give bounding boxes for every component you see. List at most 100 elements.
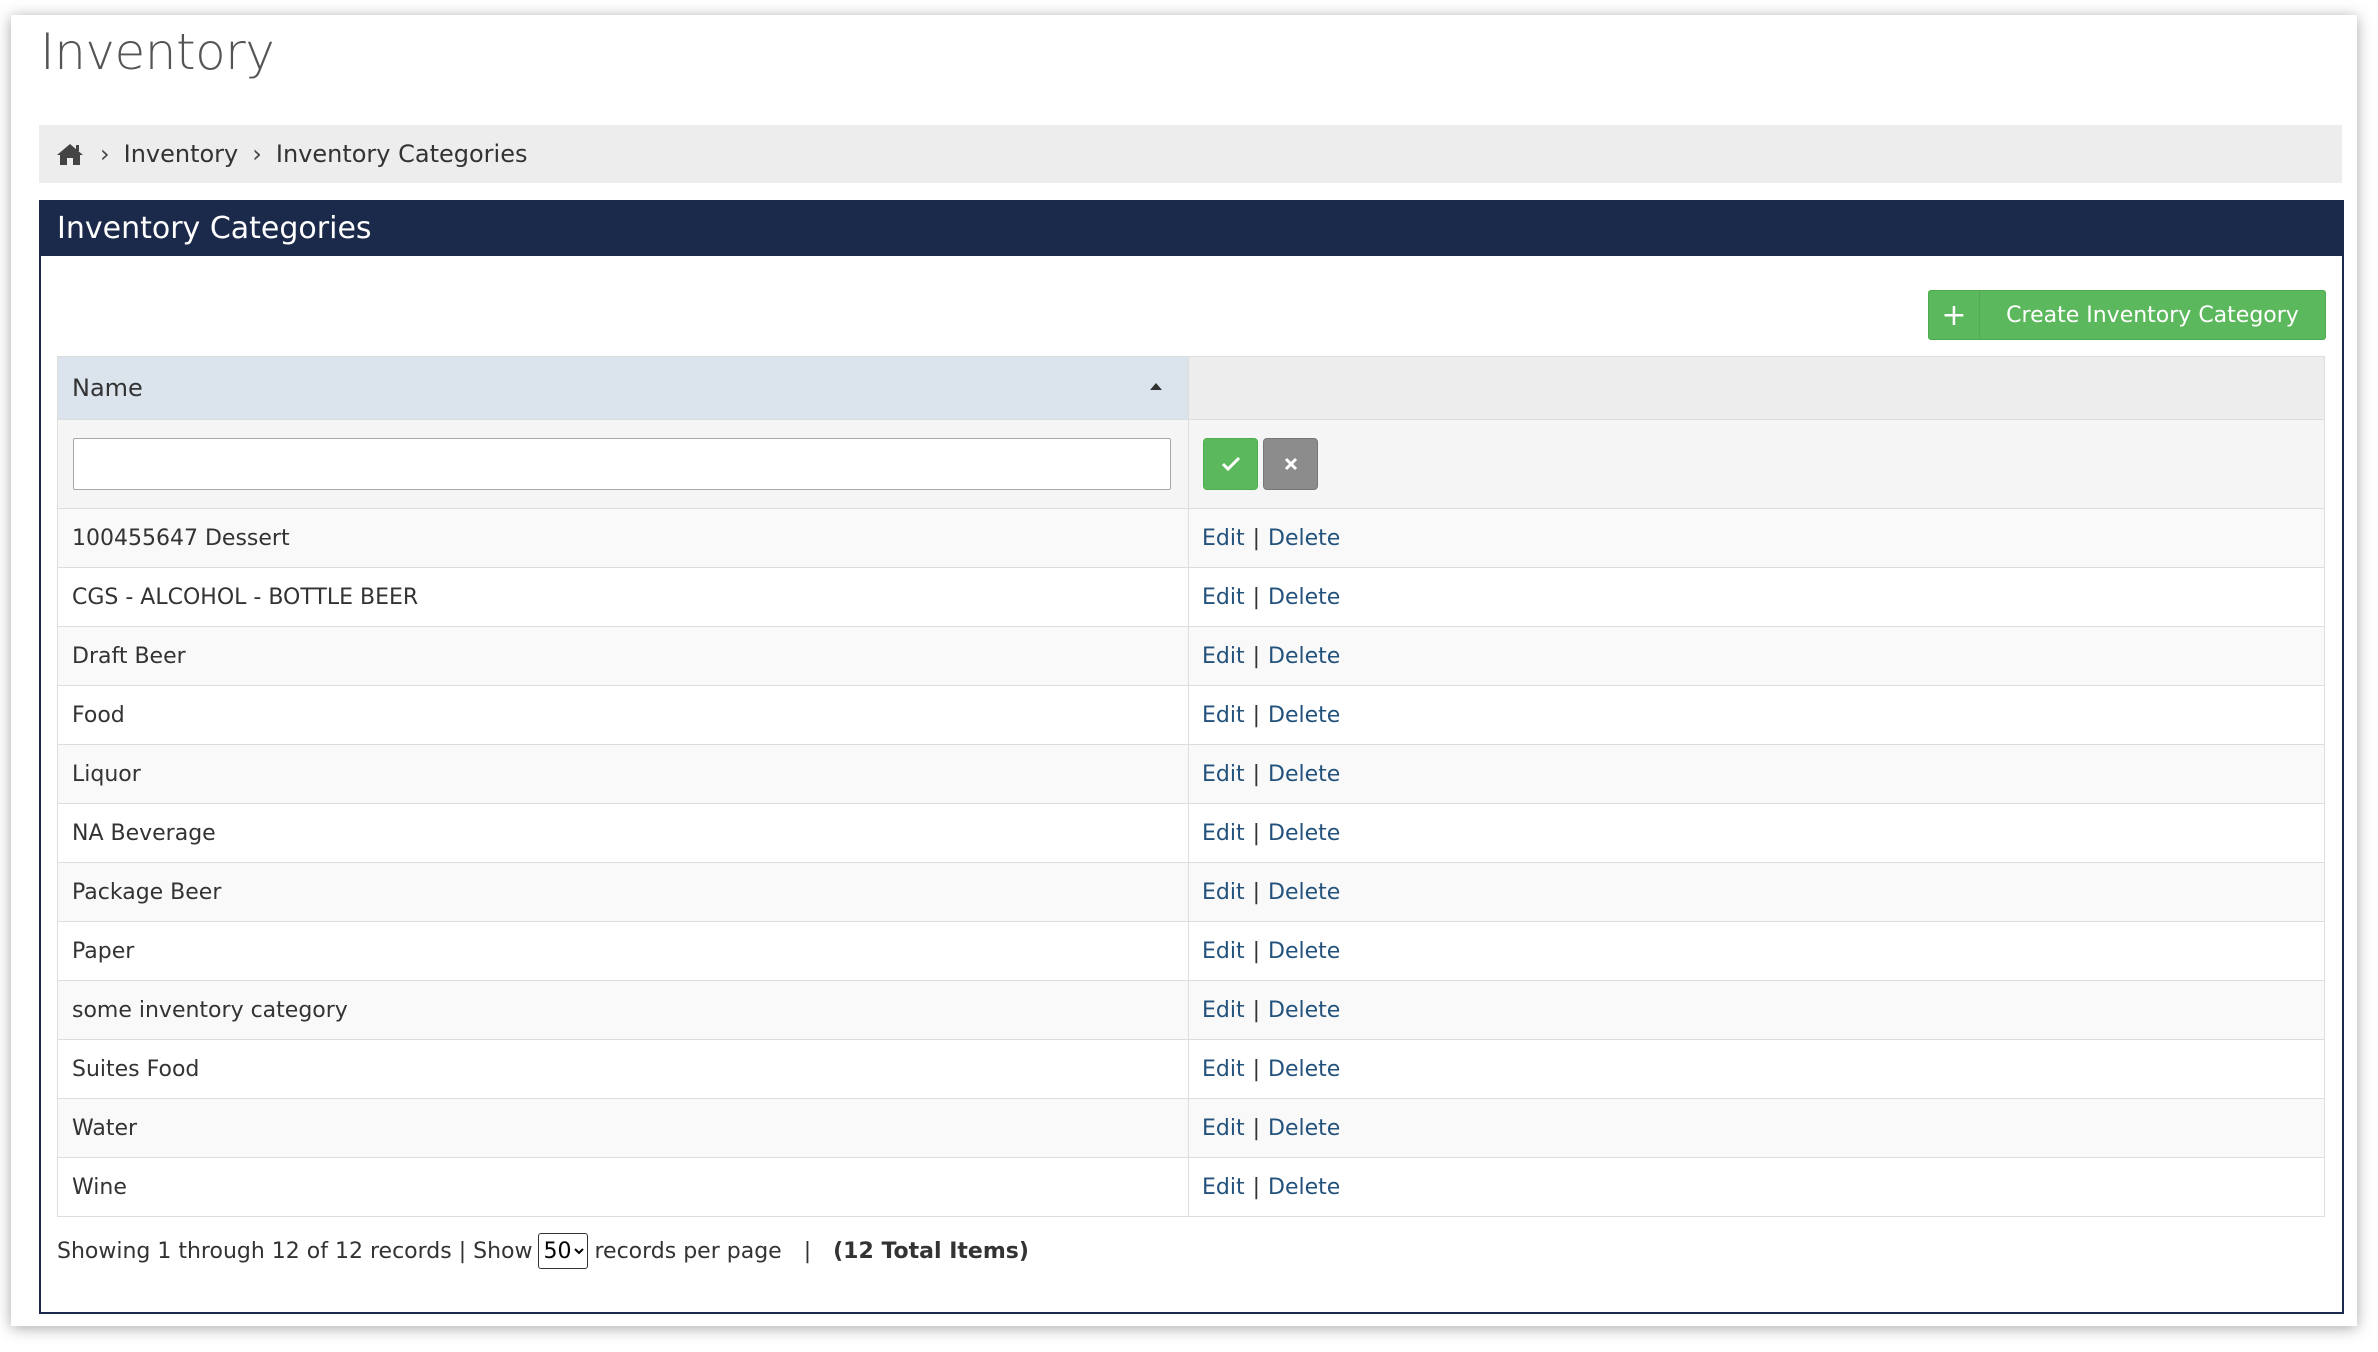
row-actions: Edit | Delete <box>1188 1098 2325 1158</box>
action-separator: | <box>1252 1174 1261 1200</box>
delete-link[interactable]: Delete <box>1268 585 1340 610</box>
edit-link[interactable]: Edit <box>1202 762 1245 787</box>
delete-link[interactable]: Delete <box>1268 1116 1340 1141</box>
category-name: Package Beer <box>57 862 1189 922</box>
row-actions: Edit | Delete <box>1188 626 2325 686</box>
action-separator: | <box>1252 702 1261 728</box>
clear-filter-button[interactable] <box>1263 438 1318 490</box>
action-separator: | <box>1252 584 1261 610</box>
category-name: Liquor <box>57 744 1189 804</box>
table-row: Package Beer Edit | Delete <box>57 862 2325 922</box>
name-filter-input[interactable] <box>73 438 1171 490</box>
delete-link[interactable]: Delete <box>1268 526 1340 551</box>
breadcrumb-inventory-categories: Inventory Categories <box>275 140 528 168</box>
category-name: Wine <box>57 1157 1189 1217</box>
pagination-footer: Showing 1 through 12 of 12 records | Sho… <box>57 1231 1029 1271</box>
category-name: Food <box>57 685 1189 745</box>
row-actions: Edit | Delete <box>1188 980 2325 1040</box>
row-actions: Edit | Delete <box>1188 508 2325 568</box>
row-actions: Edit | Delete <box>1188 685 2325 745</box>
sort-ascending-icon <box>1150 383 1162 390</box>
breadcrumb-inventory[interactable]: Inventory <box>124 140 239 168</box>
edit-link[interactable]: Edit <box>1202 703 1245 728</box>
edit-link[interactable]: Edit <box>1202 1057 1245 1082</box>
delete-link[interactable]: Delete <box>1268 762 1340 787</box>
close-icon <box>1284 457 1297 471</box>
action-separator: | <box>1252 938 1261 964</box>
apply-filter-button[interactable] <box>1203 438 1258 490</box>
breadcrumb-separator: › <box>100 140 110 168</box>
filter-actions-cell <box>1188 419 2325 509</box>
table-row: Wine Edit | Delete <box>57 1157 2325 1217</box>
per-page-select[interactable]: 50 <box>538 1233 589 1269</box>
per-page-label: records per page <box>594 1238 782 1264</box>
checkmark-icon <box>1221 456 1240 472</box>
category-name: Paper <box>57 921 1189 981</box>
column-header-actions <box>1188 356 2325 420</box>
category-name: NA Beverage <box>57 803 1189 863</box>
delete-link[interactable]: Delete <box>1268 703 1340 728</box>
row-actions: Edit | Delete <box>1188 1157 2325 1217</box>
page-title: Inventory <box>40 23 275 81</box>
edit-link[interactable]: Edit <box>1202 939 1245 964</box>
create-inventory-category-button[interactable]: + Create Inventory Category <box>1928 290 2326 340</box>
table-row: Food Edit | Delete <box>57 685 2325 745</box>
action-separator: | <box>1252 997 1261 1023</box>
table-row: Water Edit | Delete <box>57 1098 2325 1158</box>
category-name: 100455647 Dessert <box>57 508 1189 568</box>
category-name: Draft Beer <box>57 626 1189 686</box>
delete-link[interactable]: Delete <box>1268 880 1340 905</box>
edit-link[interactable]: Edit <box>1202 644 1245 669</box>
delete-link[interactable]: Delete <box>1268 821 1340 846</box>
delete-link[interactable]: Delete <box>1268 1057 1340 1082</box>
home-icon[interactable] <box>56 141 86 167</box>
row-actions: Edit | Delete <box>1188 862 2325 922</box>
edit-link[interactable]: Edit <box>1202 821 1245 846</box>
table-row: CGS - ALCOHOL - BOTTLE BEER Edit | Delete <box>57 567 2325 627</box>
row-actions: Edit | Delete <box>1188 744 2325 804</box>
breadcrumb: › Inventory › Inventory Categories <box>39 125 2342 183</box>
action-separator: | <box>1252 643 1261 669</box>
edit-link[interactable]: Edit <box>1202 585 1245 610</box>
row-actions: Edit | Delete <box>1188 803 2325 863</box>
app-window: Inventory › Inventory › Inventory Catego… <box>11 15 2357 1326</box>
edit-link[interactable]: Edit <box>1202 998 1245 1023</box>
delete-link[interactable]: Delete <box>1268 1175 1340 1200</box>
action-separator: | <box>1252 820 1261 846</box>
action-separator: | <box>1252 1056 1261 1082</box>
table-row: Suites Food Edit | Delete <box>57 1039 2325 1099</box>
category-name: CGS - ALCOHOL - BOTTLE BEER <box>57 567 1189 627</box>
plus-icon: + <box>1929 291 1980 339</box>
delete-link[interactable]: Delete <box>1268 998 1340 1023</box>
edit-link[interactable]: Edit <box>1202 526 1245 551</box>
create-button-label: Create Inventory Category <box>2006 302 2299 328</box>
table-row: some inventory category Edit | Delete <box>57 980 2325 1040</box>
action-separator: | <box>1252 1115 1261 1141</box>
category-name: Water <box>57 1098 1189 1158</box>
table-row: Paper Edit | Delete <box>57 921 2325 981</box>
table-row: Draft Beer Edit | Delete <box>57 626 2325 686</box>
breadcrumb-separator: › <box>252 140 262 168</box>
categories-table: Name 100455647 Dessert Edit | Delete CGS… <box>57 356 2325 1217</box>
delete-link[interactable]: Delete <box>1268 644 1340 669</box>
filter-cell <box>57 419 1189 509</box>
category-name: Suites Food <box>57 1039 1189 1099</box>
column-header-name[interactable]: Name <box>57 356 1189 420</box>
row-actions: Edit | Delete <box>1188 1039 2325 1099</box>
inventory-categories-panel: Inventory Categories + Create Inventory … <box>39 200 2344 1314</box>
row-actions: Edit | Delete <box>1188 921 2325 981</box>
row-actions: Edit | Delete <box>1188 567 2325 627</box>
action-separator: | <box>1252 879 1261 905</box>
panel-title: Inventory Categories <box>41 202 2342 256</box>
edit-link[interactable]: Edit <box>1202 1175 1245 1200</box>
table-row: 100455647 Dessert Edit | Delete <box>57 508 2325 568</box>
total-items-text: (12 Total Items) <box>833 1238 1029 1264</box>
edit-link[interactable]: Edit <box>1202 1116 1245 1141</box>
table-row: NA Beverage Edit | Delete <box>57 803 2325 863</box>
delete-link[interactable]: Delete <box>1268 939 1340 964</box>
edit-link[interactable]: Edit <box>1202 880 1245 905</box>
showing-records-text: Showing 1 through 12 of 12 records | Sho… <box>57 1238 533 1264</box>
footer-separator: | <box>803 1238 812 1264</box>
action-separator: | <box>1252 525 1261 551</box>
filter-row <box>57 419 2325 509</box>
